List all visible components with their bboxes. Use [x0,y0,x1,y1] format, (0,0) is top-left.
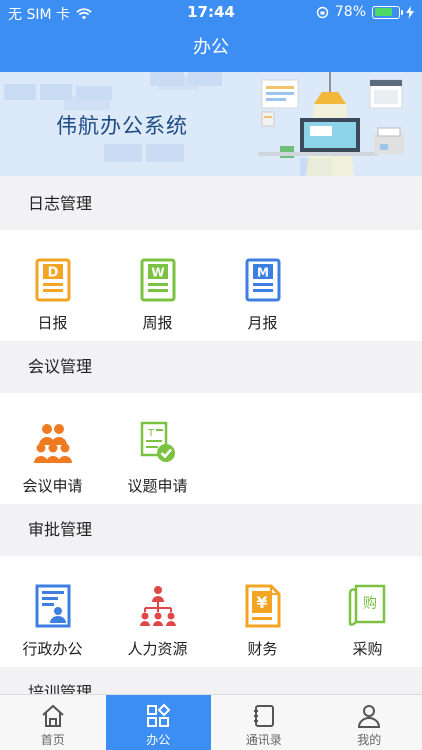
monthly-report-button[interactable]: M 月报 [210,258,315,333]
section-header-training: 培训管理 [0,667,422,694]
rotation-lock-icon [316,6,329,18]
section-log: D 日报 W 周报 M 月报 [0,230,422,341]
tab-profile[interactable]: 我的 [317,695,422,750]
weekly-report-button[interactable]: W 周报 [105,258,210,333]
finance-icon: ¥ [245,584,280,628]
human-resources-icon [139,586,176,626]
section-title: 培训管理 [28,683,93,694]
section-meeting: 会议申请 T 议题申请 [0,393,422,504]
section-approval: 行政办公 人力资源 ¥ 财务 购 采购 [0,556,422,667]
home-icon [42,704,64,727]
tab-label: 首页 [40,733,65,747]
item-label: 财务 [247,640,278,658]
administration-button[interactable]: 行政办公 [0,584,105,659]
yen-symbol: ¥ [256,593,267,612]
battery-icon [372,5,403,19]
daily-report-button[interactable]: D 日报 [0,258,105,333]
item-label: 采购 [352,640,383,658]
section-title: 审批管理 [28,520,93,539]
item-label: 周报 [142,314,173,332]
battery-percentage: 78% [334,4,366,20]
svg-text:D: D [47,266,58,281]
tab-label: 我的 [357,733,382,747]
svg-text:W: W [151,266,164,280]
daily-report-icon: D [35,258,70,302]
meeting-request-button[interactable]: 会议申请 [0,421,105,496]
tab-label: 办公 [146,733,171,747]
page-title: 办公 [193,37,229,58]
purchase-symbol: 购 [363,596,377,612]
tab-office[interactable]: 办公 [105,695,211,750]
item-label: 议题申请 [127,477,188,495]
weekly-report-icon: W [140,258,175,302]
administration-icon [35,584,70,628]
item-label: 行政办公 [22,640,83,658]
item-label: 会议申请 [22,477,83,495]
tab-bar: 首页 办公 通讯录 我的 [0,694,422,750]
human-resources-button[interactable]: 人力资源 [105,584,210,659]
monthly-report-icon: M [245,258,280,302]
banner: 伟航办公系统 [0,72,422,176]
profile-icon [358,705,381,728]
section-header-log: 日志管理 [0,178,422,230]
tab-label: 通讯录 [245,733,282,747]
item-label: 日报 [37,314,68,332]
status-bar: 无 SIM 卡 17:44 78% [0,0,422,24]
section-title: 日志管理 [28,194,93,213]
banner-title: 伟航办公系统 [56,114,188,138]
tab-home[interactable]: 首页 [0,695,106,750]
topic-request-button[interactable]: T 议题申请 [105,421,210,496]
section-header-meeting: 会议管理 [0,341,422,393]
contacts-icon [253,705,274,727]
meeting-request-icon [33,424,72,463]
navigation-bar: 办公 [0,24,422,72]
topic-request-icon: T [140,421,175,462]
purchase-button[interactable]: 购 采购 [315,584,420,659]
tab-contacts[interactable]: 通讯录 [211,695,317,750]
item-label: 月报 [247,314,278,332]
svg-text:M: M [257,266,269,280]
section-header-approval: 审批管理 [0,504,422,556]
item-label: 人力资源 [127,640,188,658]
purchase-icon: 购 [348,584,385,626]
office-grid-icon [147,703,171,727]
finance-button[interactable]: ¥ 财务 [210,584,315,659]
svg-text:T: T [147,428,155,439]
charging-icon [406,5,414,19]
office-illustration [258,72,404,176]
section-title: 会议管理 [28,357,93,376]
